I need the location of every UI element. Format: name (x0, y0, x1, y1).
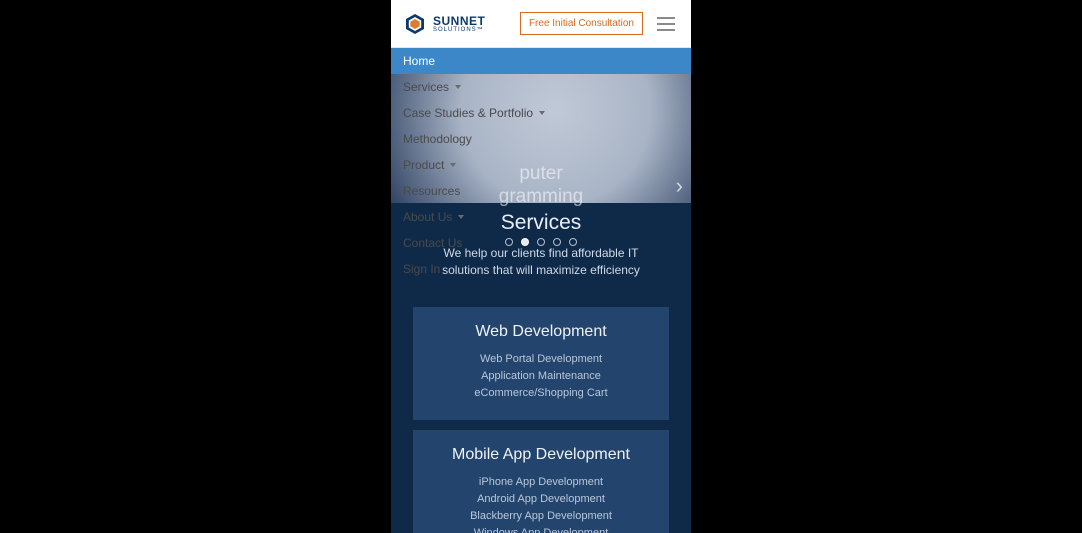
nav-item-label: Sign In (403, 262, 440, 276)
chevron-down-icon (455, 85, 461, 89)
nav-item-label: Methodology (403, 132, 472, 146)
card-item[interactable]: iPhone App Development (425, 474, 657, 491)
card-item[interactable]: Application Maintenance (425, 368, 657, 385)
header-right: Free Initial Consultation (520, 12, 679, 35)
nav-item-label: Contact Us (403, 236, 462, 250)
card-item[interactable]: eCommerce/Shopping Cart (425, 385, 657, 402)
nav-item-sign-in[interactable]: Sign In (391, 256, 691, 282)
nav-item-label: About Us (403, 210, 452, 224)
nav-item-product[interactable]: Product (391, 152, 691, 178)
logo-text: SUNNET SOLUTIONS™ (433, 15, 485, 33)
nav-item-label: Services (403, 80, 449, 94)
logo-icon (403, 12, 427, 36)
card-item[interactable]: Blackberry App Development (425, 508, 657, 525)
nav-item-case-studies-portfolio[interactable]: Case Studies & Portfolio (391, 100, 691, 126)
logo-main: SUNNET (433, 15, 485, 27)
services-cards: Web Development Web Portal DevelopmentApp… (391, 307, 691, 533)
card-title: Web Development (425, 323, 657, 341)
card-item[interactable]: Android App Development (425, 491, 657, 508)
service-card: Web Development Web Portal DevelopmentApp… (413, 307, 669, 420)
nav-item-contact-us[interactable]: Contact Us (391, 230, 691, 256)
card-title: Mobile App Development (425, 446, 657, 464)
nav-item-services[interactable]: Services (391, 74, 691, 100)
service-card: Mobile App Development iPhone App Develop… (413, 430, 669, 533)
logo-sub: SOLUTIONS™ (433, 27, 485, 33)
cta-button[interactable]: Free Initial Consultation (520, 12, 643, 35)
app-viewport: SUNNET SOLUTIONS™ Free Initial Consultat… (391, 0, 691, 533)
nav-item-label: Resources (403, 184, 460, 198)
card-item[interactable]: Windows App Development (425, 525, 657, 533)
card-item[interactable]: Web Portal Development (425, 351, 657, 368)
nav-menu: Home Services Case Studies & Portfolio Meth… (391, 48, 691, 282)
nav-item-resources[interactable]: Resources (391, 178, 691, 204)
hamburger-icon[interactable] (653, 13, 679, 35)
nav-item-label: Product (403, 158, 444, 172)
chevron-down-icon (539, 111, 545, 115)
nav-item-label: Case Studies & Portfolio (403, 106, 533, 120)
logo[interactable]: SUNNET SOLUTIONS™ (403, 12, 485, 36)
nav-item-label: Home (403, 54, 435, 68)
nav-item-about-us[interactable]: About Us (391, 204, 691, 230)
nav-item-methodology[interactable]: Methodology (391, 126, 691, 152)
chevron-down-icon (450, 163, 456, 167)
header: SUNNET SOLUTIONS™ Free Initial Consultat… (391, 0, 691, 48)
chevron-down-icon (458, 215, 464, 219)
nav-item-home[interactable]: Home (391, 48, 691, 74)
